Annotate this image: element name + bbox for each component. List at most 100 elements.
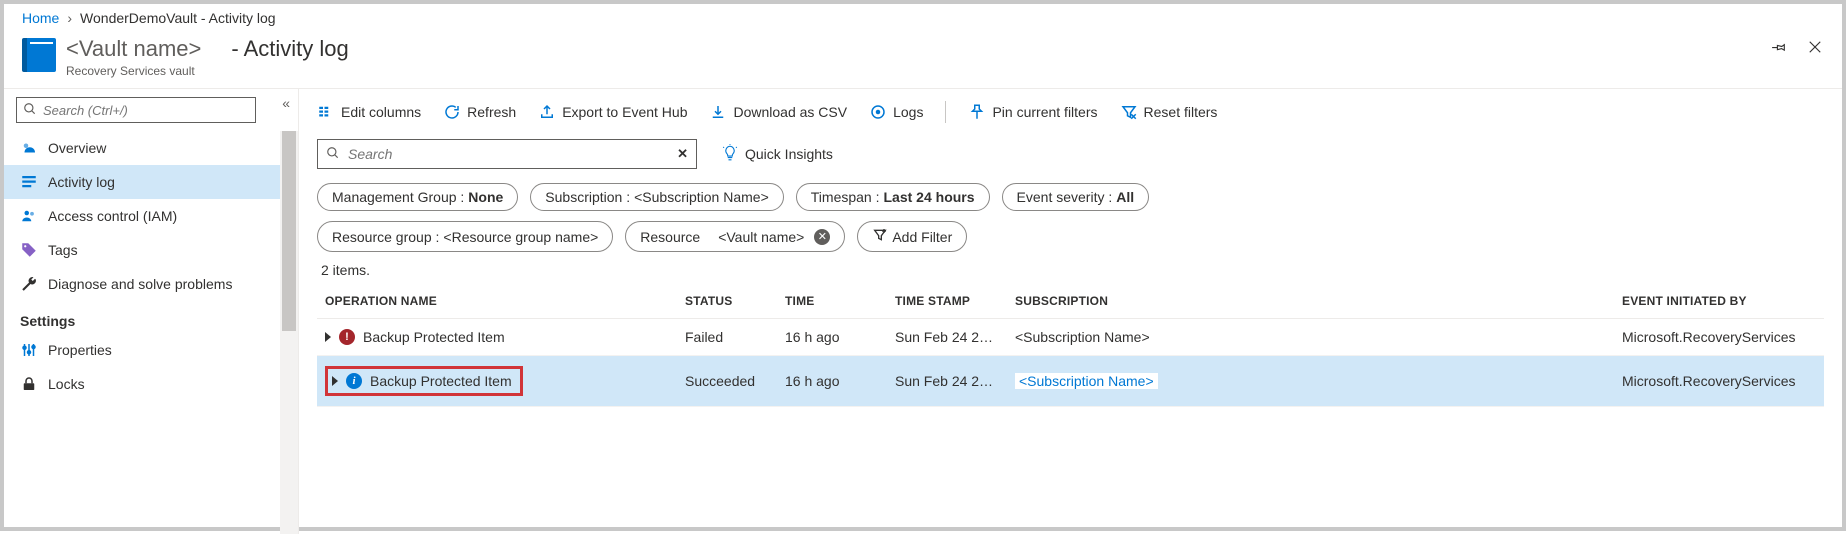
filter-value: None xyxy=(468,189,503,205)
sidebar-item-properties[interactable]: Properties xyxy=(4,333,298,367)
col-status[interactable]: STATUS xyxy=(677,284,777,319)
toolbar-label: Download as CSV xyxy=(733,104,847,120)
filter-value: <Vault name> xyxy=(718,229,804,245)
col-subscription[interactable]: SUBSCRIPTION xyxy=(1007,284,1614,319)
timestamp-cell: Sun Feb 24 2… xyxy=(887,319,1007,356)
toolbar-label: Logs xyxy=(893,104,923,120)
col-operation[interactable]: OPERATION NAME xyxy=(317,284,677,319)
refresh-icon xyxy=(443,103,461,121)
download-icon xyxy=(709,103,727,121)
expand-caret-icon[interactable] xyxy=(325,332,331,342)
main-search-input[interactable] xyxy=(348,146,669,162)
filter-label: Event severity : xyxy=(1017,189,1113,205)
filter-reset-icon xyxy=(1120,103,1138,121)
table-row[interactable]: !Backup Protected ItemFailed16 h agoSun … xyxy=(317,319,1824,356)
properties-icon xyxy=(20,341,38,359)
time-cell: 16 h ago xyxy=(777,356,887,407)
subscription-cell[interactable]: <Subscription Name> xyxy=(1007,356,1614,407)
pin-icon xyxy=(968,103,986,121)
operation-cell[interactable]: iBackup Protected Item xyxy=(325,366,523,396)
status-cell: Failed xyxy=(677,319,777,356)
sidebar-scrollbar[interactable] xyxy=(280,131,298,534)
sidebar-item-label: Diagnose and solve problems xyxy=(48,276,232,292)
sidebar-item-access-control[interactable]: Access control (IAM) xyxy=(4,199,298,233)
remove-filter-icon[interactable]: ✕ xyxy=(814,229,830,245)
columns-icon xyxy=(317,103,335,121)
breadcrumb-current: WonderDemoVault - Activity log xyxy=(80,10,276,26)
tag-icon xyxy=(20,241,38,259)
operation-name: Backup Protected Item xyxy=(363,329,505,345)
filter-value: <Subscription Name> xyxy=(634,189,769,205)
filter-label: Resource xyxy=(640,229,700,245)
people-icon xyxy=(20,207,38,225)
collapse-sidebar-icon[interactable]: « xyxy=(282,95,290,111)
filter-label: Subscription : xyxy=(545,189,630,205)
clear-search-icon[interactable]: ✕ xyxy=(677,146,688,162)
status-cell: Succeeded xyxy=(677,356,777,407)
sidebar-search-input[interactable] xyxy=(43,103,249,118)
main-content: Edit columns Refresh Export to Event Hub… xyxy=(299,89,1842,534)
operation-cell[interactable]: !Backup Protected Item xyxy=(325,329,669,345)
activity-log-icon xyxy=(20,173,38,191)
reset-filters-button[interactable]: Reset filters xyxy=(1120,103,1218,121)
col-timestamp[interactable]: TIME STAMP xyxy=(887,284,1007,319)
filter-resource[interactable]: Resource <Vault name> ✕ xyxy=(625,221,845,252)
download-csv-button[interactable]: Download as CSV xyxy=(709,103,847,121)
timestamp-cell: Sun Feb 24 2… xyxy=(887,356,1007,407)
add-filter-button[interactable]: Add Filter xyxy=(857,221,967,252)
filter-subscription[interactable]: Subscription : <Subscription Name> xyxy=(530,183,783,211)
sidebar-item-label: Activity log xyxy=(48,174,115,190)
sidebar-item-label: Locks xyxy=(48,376,85,392)
filter-resource-group[interactable]: Resource group : <Resource group name> xyxy=(317,221,613,252)
sidebar-scrollbar-thumb[interactable] xyxy=(282,131,296,331)
close-icon[interactable] xyxy=(1806,38,1824,59)
col-initiated[interactable]: EVENT INITIATED BY xyxy=(1614,284,1824,319)
add-filter-label: Add Filter xyxy=(892,229,952,245)
export-button[interactable]: Export to Event Hub xyxy=(538,103,687,121)
sidebar-item-locks[interactable]: Locks xyxy=(4,367,298,401)
filter-value: <Resource group name> xyxy=(443,229,598,245)
sidebar-item-label: Overview xyxy=(48,140,106,156)
vault-subtitle: Recovery Services vault xyxy=(66,64,349,78)
sidebar-item-diagnose[interactable]: Diagnose and solve problems xyxy=(4,267,298,301)
activity-table: OPERATION NAME STATUS TIME TIME STAMP SU… xyxy=(317,284,1824,407)
sidebar-item-label: Tags xyxy=(48,242,78,258)
breadcrumb-separator: › xyxy=(67,10,72,26)
filter-event-severity[interactable]: Event severity : All xyxy=(1002,183,1150,211)
logs-button[interactable]: Logs xyxy=(869,103,923,121)
items-count: 2 items. xyxy=(321,262,1824,278)
sidebar-section-settings: Settings xyxy=(4,301,298,333)
initiated-cell: Microsoft.RecoveryServices xyxy=(1614,356,1824,407)
page-title: - Activity log xyxy=(231,36,348,62)
edit-columns-button[interactable]: Edit columns xyxy=(317,103,421,121)
lock-icon xyxy=(20,375,38,393)
quick-insights-label: Quick Insights xyxy=(745,146,833,162)
expand-caret-icon[interactable] xyxy=(332,376,338,386)
sidebar: « Overview Activity log xyxy=(4,89,299,534)
sidebar-item-label: Properties xyxy=(48,342,112,358)
sidebar-item-activity-log[interactable]: Activity log xyxy=(4,165,298,199)
pin-icon[interactable] xyxy=(1770,38,1788,59)
refresh-button[interactable]: Refresh xyxy=(443,103,516,121)
toolbar-label: Refresh xyxy=(467,104,516,120)
filter-timespan[interactable]: Timespan : Last 24 hours xyxy=(796,183,990,211)
toolbar-divider xyxy=(945,101,946,123)
filter-management-group[interactable]: Management Group : None xyxy=(317,183,518,211)
info-icon: i xyxy=(346,373,362,389)
col-time[interactable]: TIME xyxy=(777,284,887,319)
sidebar-item-label: Access control (IAM) xyxy=(48,208,177,224)
main-search[interactable]: ✕ xyxy=(317,139,697,169)
filter-label: Timespan : xyxy=(811,189,880,205)
breadcrumb-home[interactable]: Home xyxy=(22,10,59,26)
overview-icon xyxy=(20,139,38,157)
toolbar-label: Reset filters xyxy=(1144,104,1218,120)
sidebar-search[interactable] xyxy=(16,97,256,123)
quick-insights-button[interactable]: Quick Insights xyxy=(721,144,833,165)
sidebar-item-tags[interactable]: Tags xyxy=(4,233,298,267)
toolbar: Edit columns Refresh Export to Event Hub… xyxy=(317,97,1824,133)
pin-filters-button[interactable]: Pin current filters xyxy=(968,103,1097,121)
table-row[interactable]: iBackup Protected Item Succeeded16 h agoS… xyxy=(317,356,1824,407)
subscription-cell[interactable]: <Subscription Name> xyxy=(1007,319,1614,356)
toolbar-label: Edit columns xyxy=(341,104,421,120)
sidebar-item-overview[interactable]: Overview xyxy=(4,131,298,165)
